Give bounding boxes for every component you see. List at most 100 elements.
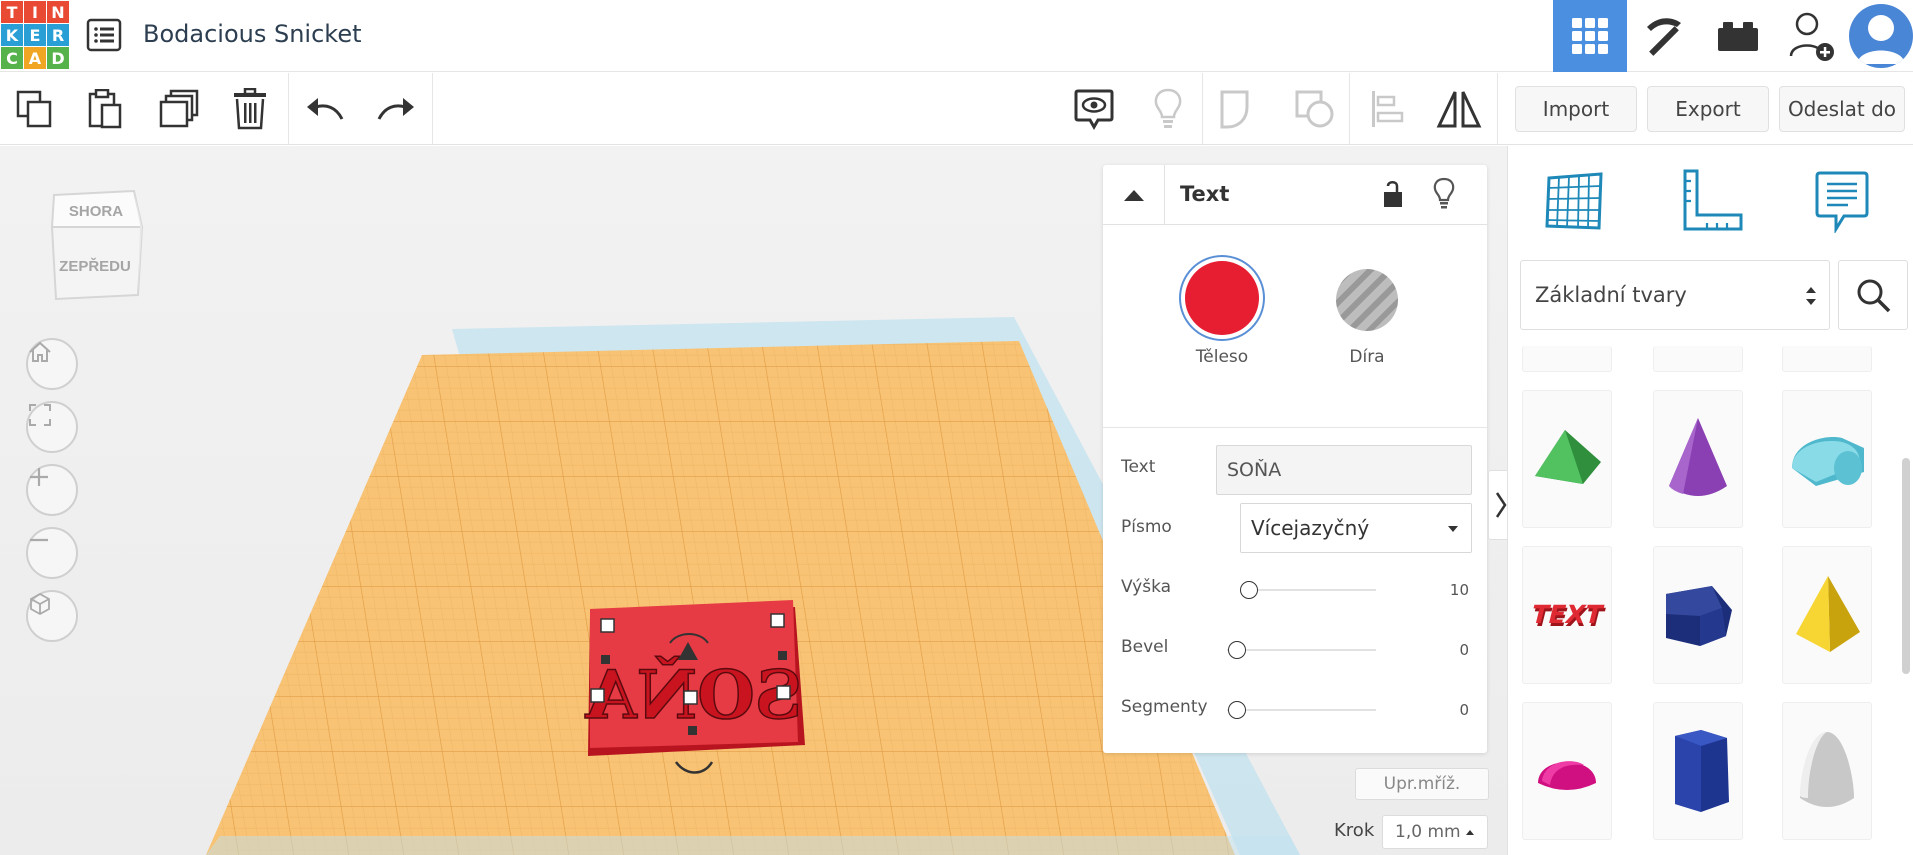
invite-user-button[interactable] bbox=[1775, 0, 1849, 72]
perspective-button[interactable] bbox=[26, 590, 78, 642]
undo-button[interactable] bbox=[290, 73, 360, 145]
segments-prop-label: Segmenty bbox=[1121, 697, 1208, 717]
logo-letter: C bbox=[1, 47, 23, 69]
toolbar-divider bbox=[432, 73, 433, 145]
logo-letter: I bbox=[24, 1, 46, 23]
shape-tile[interactable] bbox=[1782, 346, 1872, 372]
user-avatar[interactable] bbox=[1849, 0, 1913, 72]
workplane-icon bbox=[1545, 172, 1603, 230]
viewcube-top-label: SHORA bbox=[69, 203, 123, 220]
solid-label: Těleso bbox=[1195, 347, 1249, 367]
toolbar-divider bbox=[288, 73, 289, 145]
ruler-icon bbox=[1683, 169, 1743, 231]
snap-grid-value: 1,0 mm bbox=[1395, 822, 1461, 842]
view-cube[interactable]: SHORA ZEPŘEDU bbox=[46, 183, 146, 301]
shape-tile[interactable] bbox=[1522, 346, 1612, 372]
paste-button[interactable] bbox=[70, 73, 140, 145]
shape-tile-cone[interactable] bbox=[1653, 390, 1743, 528]
logo-letter: T bbox=[1, 1, 23, 23]
show-all-button[interactable] bbox=[1133, 73, 1203, 145]
home-view-button[interactable] bbox=[26, 338, 78, 390]
duplicate-button[interactable] bbox=[144, 73, 214, 145]
text-input[interactable] bbox=[1216, 445, 1472, 495]
snap-grid-select[interactable]: 1,0 mm bbox=[1382, 815, 1488, 849]
fit-view-button[interactable] bbox=[26, 401, 78, 453]
lightbulb-icon bbox=[1433, 177, 1455, 209]
inspector-header: Text bbox=[1103, 165, 1487, 225]
avatar-icon bbox=[1849, 4, 1913, 68]
design-list-button[interactable] bbox=[86, 18, 122, 52]
logo-letter: D bbox=[47, 47, 69, 69]
shape-tile-half-sphere[interactable] bbox=[1522, 702, 1612, 840]
tinkercad-logo[interactable]: T I N K E R C A D bbox=[0, 0, 69, 69]
plus-icon bbox=[30, 468, 48, 486]
half-sphere-shape-icon bbox=[1538, 761, 1596, 790]
zoom-out-button[interactable] bbox=[26, 527, 78, 579]
3d-design-view-button[interactable] bbox=[1553, 0, 1627, 72]
trash-icon bbox=[234, 88, 266, 130]
import-button[interactable]: Import bbox=[1515, 86, 1637, 132]
design-title[interactable]: Bodacious Snicket bbox=[143, 20, 362, 48]
bevel-slider-track[interactable] bbox=[1227, 649, 1376, 651]
shape-tile-roof[interactable] bbox=[1522, 390, 1612, 528]
hole-label: Díra bbox=[1349, 347, 1385, 367]
shapes-panel: Základní tvary TEXT TEXT bbox=[1507, 146, 1913, 855]
ungroup-button[interactable] bbox=[1280, 73, 1350, 145]
roof-shape-icon bbox=[1535, 430, 1601, 484]
shape-tile-pyramid[interactable] bbox=[1782, 546, 1872, 684]
paste-icon bbox=[88, 89, 122, 129]
height-slider-knob[interactable] bbox=[1240, 581, 1258, 599]
workplane-tab[interactable] bbox=[1539, 166, 1609, 236]
redo-button[interactable] bbox=[361, 73, 431, 145]
toolbar-divider bbox=[1497, 73, 1498, 145]
bevel-slider-knob[interactable] bbox=[1228, 641, 1246, 659]
export-button[interactable]: Export bbox=[1647, 86, 1769, 132]
zoom-in-button[interactable] bbox=[26, 464, 78, 516]
delete-button[interactable] bbox=[215, 73, 285, 145]
hole-swatch[interactable] bbox=[1336, 269, 1398, 331]
mirror-button[interactable] bbox=[1424, 73, 1494, 145]
shape-search-button[interactable] bbox=[1838, 260, 1908, 330]
align-icon bbox=[1372, 91, 1404, 127]
home-icon bbox=[29, 341, 51, 362]
search-icon bbox=[1857, 279, 1891, 313]
duplicate-icon bbox=[159, 89, 199, 128]
notes-toggle-button[interactable] bbox=[1059, 73, 1129, 145]
wedge-shape-icon bbox=[1666, 586, 1732, 646]
top-bar: T I N K E R C A D Bodacious Snicket bbox=[0, 0, 1913, 72]
hide-button[interactable] bbox=[1433, 177, 1455, 215]
group-button[interactable] bbox=[1205, 73, 1275, 145]
edit-grid-button[interactable]: Upr.mříž. bbox=[1355, 768, 1489, 800]
shape-category-select[interactable]: Základní tvary bbox=[1520, 260, 1830, 330]
logo-letter: K bbox=[1, 24, 23, 46]
segments-slider-track[interactable] bbox=[1227, 709, 1376, 711]
notes-tab[interactable] bbox=[1807, 166, 1877, 236]
shape-tile-wedge[interactable] bbox=[1653, 546, 1743, 684]
logo-letter: R bbox=[47, 24, 69, 46]
blocks-view-button[interactable] bbox=[1627, 0, 1701, 72]
caret-up-icon bbox=[1466, 830, 1474, 835]
solid-color-swatch[interactable] bbox=[1185, 261, 1259, 335]
shape-tile[interactable] bbox=[1653, 346, 1743, 372]
shape-inspector: Text Těleso Díra Text Písmo Vícejazyčný … bbox=[1103, 165, 1487, 753]
shape-tile-polygon[interactable] bbox=[1653, 702, 1743, 840]
height-slider-track[interactable] bbox=[1252, 589, 1376, 591]
unlock-icon bbox=[1384, 181, 1402, 207]
shape-tile-paraboloid[interactable] bbox=[1782, 702, 1872, 840]
bricks-view-button[interactable] bbox=[1701, 0, 1775, 72]
note-icon bbox=[1815, 171, 1869, 233]
redo-icon bbox=[377, 98, 414, 120]
text-object-soňa[interactable]: SOŇA bbox=[584, 600, 805, 774]
lock-button[interactable] bbox=[1381, 179, 1405, 213]
shape-tile-text[interactable]: TEXT TEXT bbox=[1522, 546, 1612, 684]
send-to-button[interactable]: Odeslat do bbox=[1779, 86, 1905, 132]
copy-button[interactable] bbox=[0, 73, 70, 145]
inspector-collapse-button[interactable] bbox=[1103, 165, 1165, 225]
shapes-scrollbar[interactable] bbox=[1902, 458, 1910, 674]
align-button[interactable] bbox=[1352, 73, 1422, 145]
segments-slider-knob[interactable] bbox=[1228, 701, 1246, 719]
ruler-tab[interactable] bbox=[1676, 166, 1746, 236]
shape-tile-half-cylinder[interactable] bbox=[1782, 390, 1872, 528]
font-select[interactable]: Vícejazyčný bbox=[1240, 503, 1472, 553]
fit-icon bbox=[29, 404, 51, 426]
